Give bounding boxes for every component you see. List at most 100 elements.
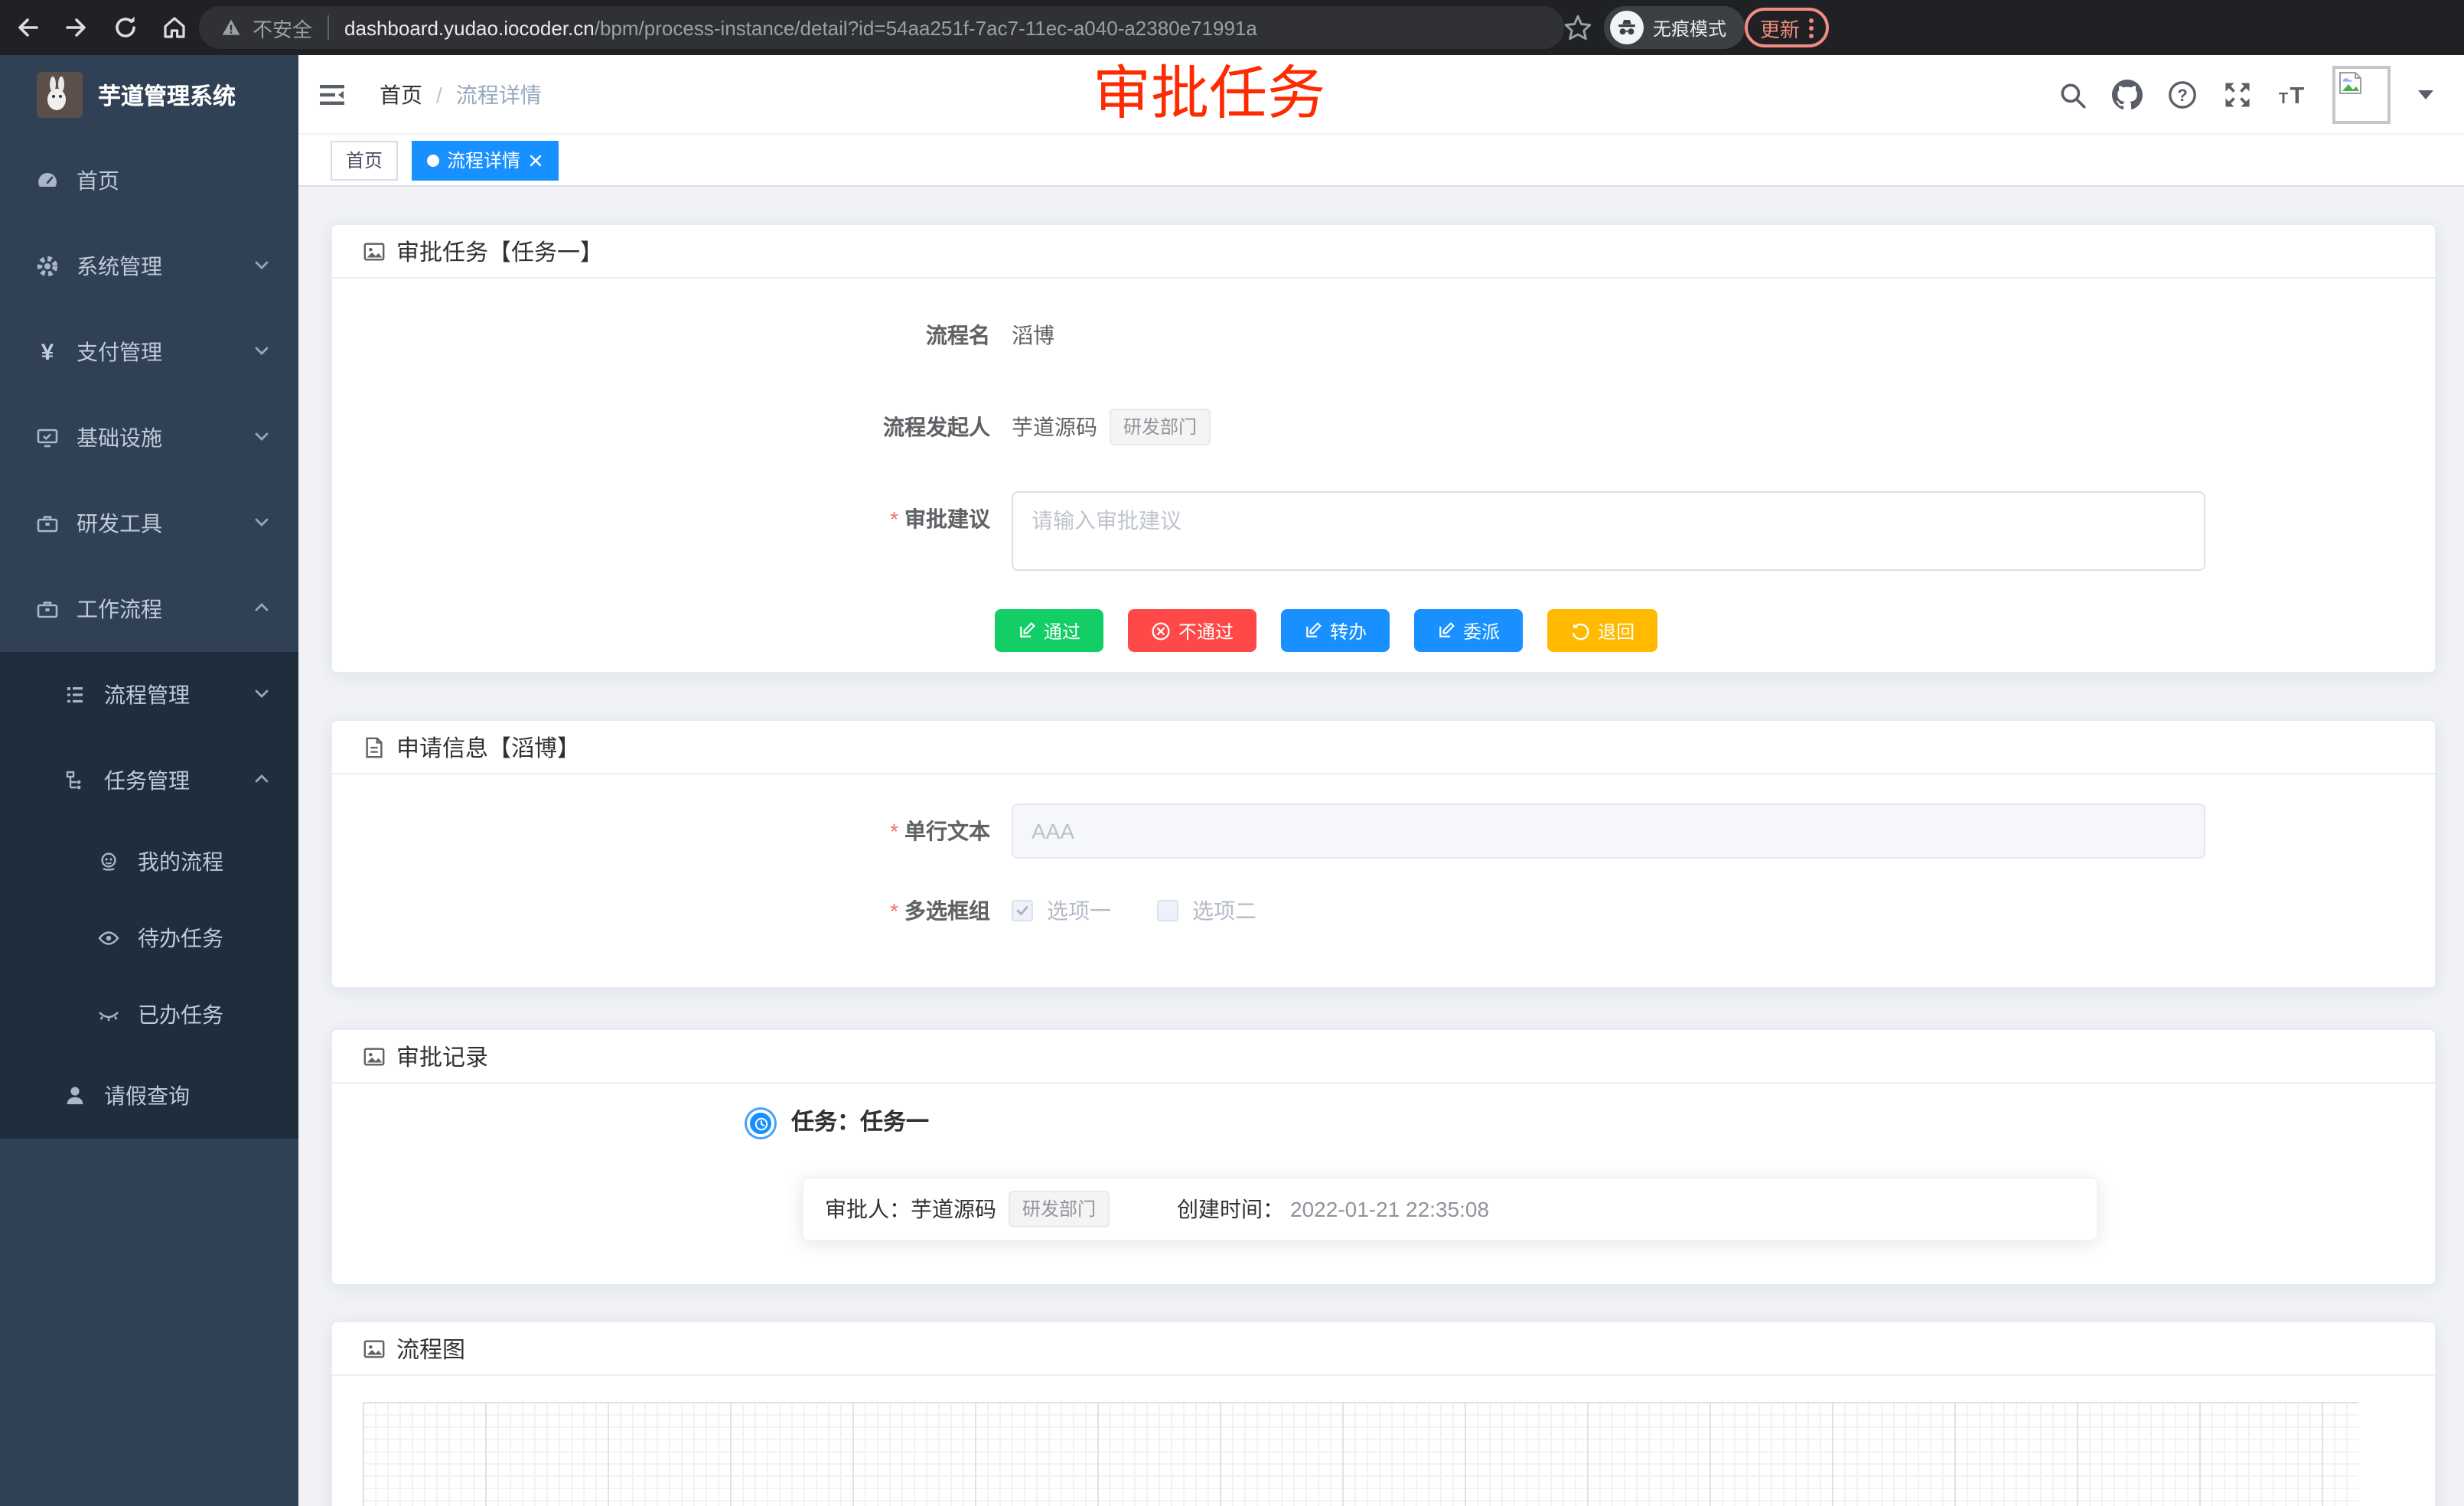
sidebar-item-home[interactable]: 首页 [0,138,298,223]
forward-icon [63,14,90,41]
edit-icon [1437,621,1455,640]
sidebar-item-label: 首页 [77,165,119,196]
sidebar-item-system[interactable]: 系统管理 [0,223,298,309]
question-circle-icon: ? [2167,80,2198,110]
approver-label: 审批人： [825,1194,911,1224]
sidebar-item-label: 任务管理 [104,765,190,796]
browser-update-button[interactable]: 更新 [1745,8,1829,47]
omnibox-divider [328,15,329,40]
record-item: 审批人：芋道源码 研发部门 创建时间：2022-01-21 22:35:08 [802,1177,2098,1241]
sidebar-item-my-process[interactable]: 我的流程 [0,823,298,900]
approval-record-card: 审批记录 任务：任务一 审批人：芋道源码 研发部门 创建时间：2022-01-2… [331,1028,2436,1286]
incognito-icon [1610,11,1644,44]
toolbox-icon [34,597,61,621]
hamburger-icon [318,83,346,107]
bookmark-star-button[interactable] [1564,14,1592,49]
apply-info-card-header: 申请信息【滔博】 [332,721,2435,774]
checkbox-label: 选项二 [1192,895,1256,926]
help-button[interactable]: ? [2167,80,2198,110]
chevron-down-icon [253,425,271,450]
browser-forward-button[interactable] [55,6,98,49]
sidebar-item-devtools[interactable]: 研发工具 [0,481,298,566]
font-size-button[interactable]: TT [2277,80,2308,110]
security-label[interactable]: 不安全 [253,13,312,42]
tags-view: 首页 流程详情 [298,135,2464,187]
sidebar-item-label: 待办任务 [138,923,223,953]
breadcrumb-home[interactable]: 首页 [380,80,422,110]
incognito-badge: 无痕模式 [1604,6,1745,49]
sidebar-item-label: 研发工具 [77,508,162,539]
card-title: 审批记录 [396,1040,488,1072]
search-button[interactable] [2057,80,2088,110]
browser-back-button[interactable] [6,6,49,49]
sidebar-item-label: 已办任务 [138,999,223,1030]
picture-icon [363,1045,386,1068]
list-tree-icon [61,683,89,707]
workflow-submenu: 流程管理 任务管理 我的流程 待办任务 已办 [0,652,298,1139]
edit-icon [1304,621,1322,640]
sidebar-item-workflow[interactable]: 工作流程 [0,566,298,652]
sidebar-toggle-button[interactable] [315,78,349,112]
svg-text:¥: ¥ [41,340,54,364]
sidebar-item-label: 支付管理 [77,337,162,367]
sidebar-item-infra[interactable]: 基础设施 [0,395,298,481]
suggestion-textarea[interactable] [1012,491,2205,571]
avatar-dropdown-icon[interactable] [2418,90,2433,99]
transfer-button[interactable]: 转办 [1281,609,1390,652]
picture-icon [363,1337,386,1360]
sidebar-item-leave-query[interactable]: 请假查询 [0,1053,298,1139]
delegate-button[interactable]: 委派 [1414,609,1523,652]
app-title: 芋道管理系统 [98,79,236,111]
flow-diagram-card: 流程图 [331,1321,2436,1506]
starter-label: 流程发起人 [332,412,990,442]
chevron-up-icon [253,597,271,621]
eye-icon [95,926,122,950]
tab-label: 流程详情 [447,147,520,173]
update-label: 更新 [1760,13,1800,42]
github-button[interactable] [2112,80,2143,110]
checkbox-group-label: 多选框组 [332,895,990,926]
suggestion-label: 审批建议 [332,504,990,534]
github-icon [2112,80,2143,110]
card-title: 申请信息【滔博】 [396,731,580,763]
chevron-down-icon [253,340,271,364]
avatar[interactable] [2332,66,2391,124]
chevron-down-icon [253,683,271,707]
search-icon [2058,80,2087,109]
address-bar[interactable]: 不安全 dashboard.yudao.iocoder.cn/bpm/proce… [199,6,1564,49]
fullscreen-button[interactable] [2222,80,2253,110]
sidebar-logo-row[interactable]: 芋道管理系统 [0,55,298,135]
tab-process-detail[interactable]: 流程详情 [412,140,559,180]
breadcrumb-current: 流程详情 [456,80,542,110]
single-text-row: 单行文本 [332,804,2435,859]
single-text-input [1012,804,2205,859]
browser-reload-button[interactable] [104,6,147,49]
sidebar-item-label: 工作流程 [77,594,162,624]
sidebar-item-todo-tasks[interactable]: 待办任务 [0,900,298,976]
bpmn-canvas[interactable] [363,1402,2358,1506]
sidebar-item-label: 流程管理 [104,680,190,710]
checkbox-checked-icon [1012,900,1033,921]
sidebar-menu: 首页 系统管理 ¥ 支付管理 基础设施 研发工具 [0,135,298,1139]
sidebar-item-payment[interactable]: ¥ 支付管理 [0,309,298,395]
return-button[interactable]: 退回 [1547,609,1657,652]
approval-record-card-header: 审批记录 [332,1030,2435,1084]
browser-toolbar: 不安全 dashboard.yudao.iocoder.cn/bpm/proce… [0,0,2464,55]
sidebar-item-process-mgmt[interactable]: 流程管理 [0,652,298,738]
browser-menu-icon[interactable] [1809,18,1814,37]
checkbox-group-row: 多选框组 选项一 选项二 [332,895,2435,926]
incognito-label: 无痕模式 [1653,15,1726,41]
browser-home-button[interactable] [153,6,196,49]
sidebar-item-label: 系统管理 [77,251,162,282]
sidebar-item-task-mgmt[interactable]: 任务管理 [0,738,298,823]
reject-button[interactable]: 不通过 [1128,609,1256,652]
sidebar-item-done-tasks[interactable]: 已办任务 [0,976,298,1053]
font-size-icon: TT [2277,80,2308,110]
sidebar-item-label: 我的流程 [138,846,223,877]
tab-home[interactable]: 首页 [331,140,398,180]
approver-name: 芋道源码 [911,1194,996,1224]
approve-button[interactable]: 通过 [995,609,1103,652]
card-title: 流程图 [396,1332,465,1364]
checkbox-unchecked-icon [1157,900,1178,921]
close-icon[interactable] [528,152,543,168]
